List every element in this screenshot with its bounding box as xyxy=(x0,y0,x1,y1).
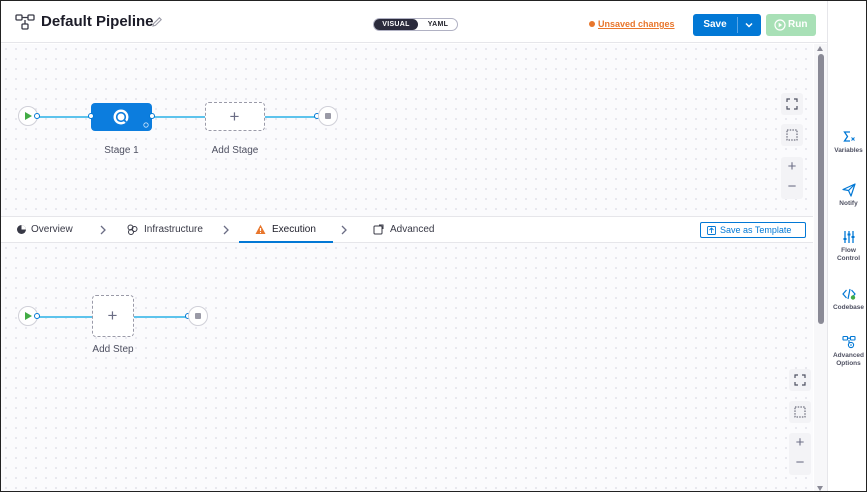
rail-item-advanced-options[interactable]: Advanced Options xyxy=(828,335,866,368)
add-step-label: Add Step xyxy=(92,344,134,355)
rail-item-notify[interactable]: Notify xyxy=(828,183,866,208)
select-box-icon xyxy=(786,129,798,141)
select-area-button[interactable] xyxy=(781,124,803,146)
sigma-variables-icon xyxy=(842,131,855,142)
add-stage-label: Add Stage xyxy=(211,145,259,156)
save-divider xyxy=(737,17,738,33)
tab-overview-label: Overview xyxy=(31,224,73,235)
advanced-icon xyxy=(373,224,384,235)
sliders-icon xyxy=(843,231,854,243)
rail-flow-control-label: Flow Control xyxy=(828,247,866,263)
zoom-in-button[interactable]: + xyxy=(789,433,811,453)
stage-tabs: Overview Infrastructure Execution Advanc… xyxy=(1,216,813,243)
zoom-controls: + − xyxy=(781,157,803,199)
rail-flow-label-line2: Control xyxy=(836,255,861,262)
pipeline-title: Default Pipeline xyxy=(41,13,154,30)
connector-line xyxy=(37,116,91,118)
unsaved-changes-link[interactable]: Unsaved changes xyxy=(589,19,675,29)
zoom-out-button[interactable]: − xyxy=(781,177,803,197)
save-as-template-label: Save as Template xyxy=(720,225,792,235)
expand-icon xyxy=(794,374,806,386)
connector-port xyxy=(88,113,94,119)
template-icon xyxy=(707,226,716,235)
save-button[interactable]: Save xyxy=(693,14,737,36)
rail-adv-label-line1: Advanced xyxy=(832,352,865,359)
stage-more-icon xyxy=(143,122,149,128)
unsaved-dot-icon xyxy=(589,21,595,27)
stop-icon xyxy=(324,112,331,119)
rail-advanced-options-label: Advanced Options xyxy=(828,352,866,368)
pipeline-icon xyxy=(15,14,35,30)
save-split-button: Save xyxy=(693,14,761,36)
connector-line xyxy=(265,116,317,118)
add-stage-node[interactable]: + xyxy=(205,102,265,131)
play-icon xyxy=(25,311,32,320)
select-area-button[interactable] xyxy=(789,401,811,423)
plus-icon: + xyxy=(229,107,240,126)
fit-to-screen-button[interactable] xyxy=(789,369,811,391)
pipeline-end-node xyxy=(318,106,338,126)
stop-icon xyxy=(194,312,201,319)
play-circle-icon xyxy=(774,19,786,31)
scrollbar-thumb[interactable] xyxy=(818,54,824,324)
advanced-options-icon xyxy=(841,335,856,349)
connector-port xyxy=(34,113,40,119)
rail-variables-label: Variables xyxy=(834,147,863,154)
chevron-down-icon[interactable] xyxy=(744,20,754,30)
stage-1-label: Stage 1 xyxy=(104,145,139,156)
connector-port xyxy=(34,313,40,319)
execution-end-node xyxy=(188,306,208,326)
rail-item-flow-control[interactable]: Flow Control xyxy=(828,230,866,263)
warning-icon xyxy=(255,224,266,234)
tab-advanced-label: Advanced xyxy=(390,224,435,235)
play-icon xyxy=(25,111,32,120)
connector-line xyxy=(152,116,205,118)
paper-plane-icon xyxy=(841,183,856,197)
plus-icon: + xyxy=(107,306,118,325)
scroll-down-arrow-icon[interactable] xyxy=(817,486,823,491)
select-box-icon xyxy=(794,406,806,418)
yaml-toggle-option[interactable]: YAML xyxy=(418,19,458,30)
rail-adv-label-line2: Options xyxy=(836,360,861,367)
code-icon xyxy=(841,288,856,300)
add-step-node[interactable]: + xyxy=(92,295,134,337)
visual-toggle-option[interactable]: VISUAL xyxy=(374,19,418,30)
stage-canvas[interactable]: Stage 1 + Add Stage + − xyxy=(1,44,813,216)
expand-icon xyxy=(786,98,798,110)
right-side-rail: Variables Notify Flow Control Codebase A… xyxy=(827,1,866,491)
rail-item-variables[interactable]: Variables xyxy=(828,130,866,155)
chevron-right-icon xyxy=(223,225,229,235)
rail-flow-label-line1: Flow xyxy=(841,247,856,254)
rail-codebase-label: Codebase xyxy=(832,304,865,311)
zoom-controls: + − xyxy=(789,433,811,475)
connector-port xyxy=(149,113,155,119)
save-as-template-button[interactable]: Save as Template xyxy=(700,222,806,238)
run-label: Run xyxy=(788,19,808,30)
zoom-out-button[interactable]: − xyxy=(789,453,811,473)
infrastructure-icon xyxy=(127,224,138,235)
tab-infrastructure-label: Infrastructure xyxy=(144,224,203,235)
stage-1-node[interactable] xyxy=(91,103,152,131)
zoom-in-button[interactable]: + xyxy=(781,157,803,177)
visual-yaml-toggle[interactable]: VISUAL YAML xyxy=(373,18,458,31)
edit-pencil-icon[interactable] xyxy=(151,16,163,28)
rail-item-codebase[interactable]: Codebase xyxy=(828,287,866,312)
unsaved-changes-label: Unsaved changes xyxy=(598,19,675,29)
tab-execution-label: Execution xyxy=(272,224,316,235)
execution-canvas[interactable]: + Add Step + − xyxy=(1,243,813,491)
fit-to-screen-button[interactable] xyxy=(781,93,803,115)
connector-line xyxy=(37,316,92,318)
vertical-scrollbar[interactable] xyxy=(814,44,827,491)
connector-line xyxy=(134,316,188,318)
pipeline-header: Default Pipeline VISUAL YAML Unsaved cha… xyxy=(1,1,827,43)
chevron-right-icon xyxy=(100,225,106,235)
run-button[interactable]: Run xyxy=(766,14,816,36)
overview-icon xyxy=(17,225,26,234)
pipeline-studio-window: Default Pipeline VISUAL YAML Unsaved cha… xyxy=(0,0,867,492)
rail-notify-label: Notify xyxy=(839,200,858,207)
chevron-right-icon xyxy=(341,225,347,235)
stage-type-icon xyxy=(113,109,129,125)
scroll-up-arrow-icon[interactable] xyxy=(817,46,823,51)
